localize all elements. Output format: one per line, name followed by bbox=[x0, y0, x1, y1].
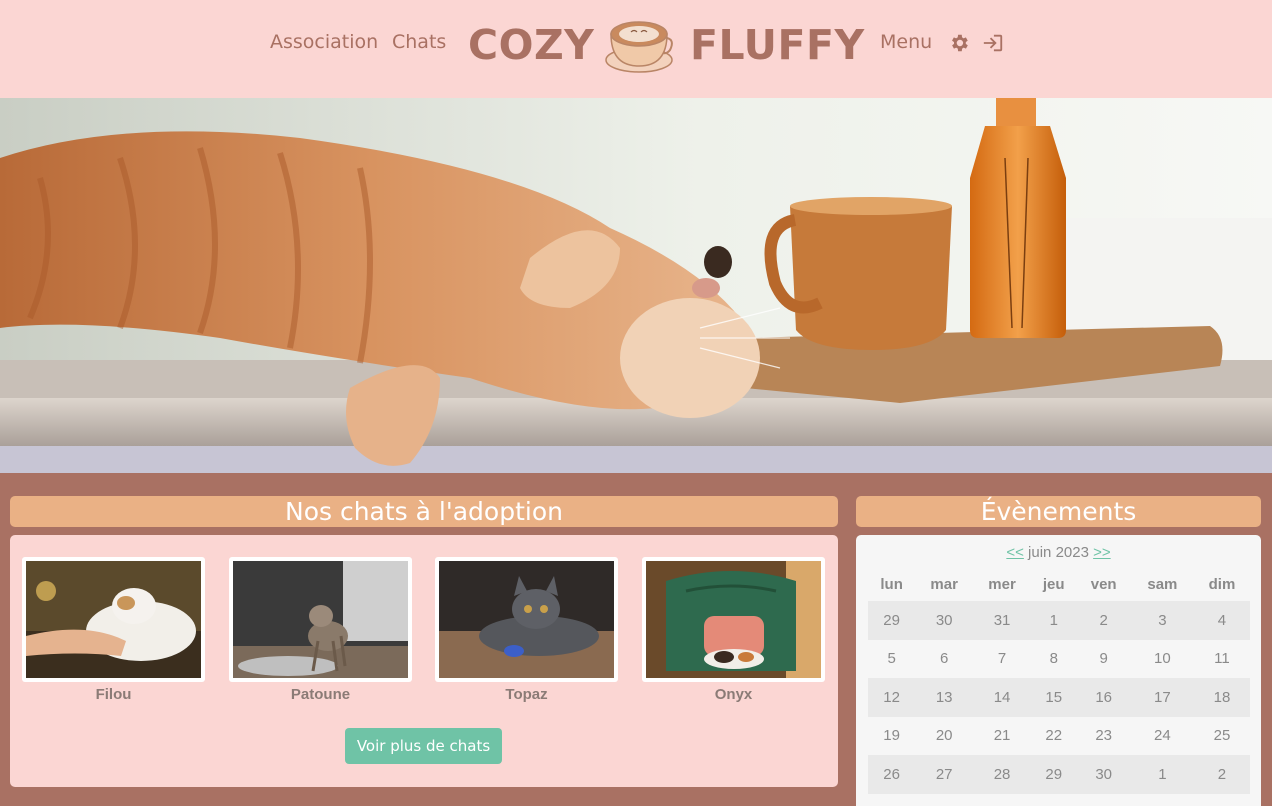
gear-icon[interactable] bbox=[948, 32, 970, 54]
cat-card-onyx[interactable]: Onyx bbox=[642, 557, 825, 703]
calendar-month-label: juin 2023 bbox=[1028, 544, 1089, 561]
calendar-day[interactable]: 5 bbox=[868, 640, 915, 679]
calendar-weekday-row: lun mar mer jeu ven sam dim bbox=[868, 567, 1250, 601]
cat-card-filou[interactable]: Filou bbox=[22, 557, 205, 703]
calendar-day[interactable]: 9 bbox=[1077, 640, 1131, 679]
cat-photo-onyx[interactable] bbox=[642, 557, 825, 682]
hero-banner-image bbox=[0, 98, 1272, 473]
adoption-section-title: Nos chats à l'adoption bbox=[10, 496, 838, 527]
calendar-day[interactable]: 1 bbox=[1030, 601, 1077, 640]
calendar-day[interactable]: 7 bbox=[973, 640, 1031, 679]
calendar-day[interactable]: 30 bbox=[1076, 755, 1131, 794]
site-header: Association Chats COZY FLUFFY Menu bbox=[0, 0, 1272, 98]
see-more-cats-button[interactable]: Voir plus de chats bbox=[345, 728, 502, 764]
calendar-day[interactable]: 1 bbox=[1130, 755, 1194, 794]
cat-photo-topaz[interactable] bbox=[435, 557, 618, 682]
calendar-week-row: 29 30 31 1 2 3 4 bbox=[868, 601, 1250, 640]
calendar-day[interactable]: 28 bbox=[973, 755, 1031, 794]
weekday-label: dim bbox=[1208, 575, 1236, 593]
calendar-week-row: 5 6 7 8 9 10 11 bbox=[868, 640, 1250, 679]
events-section-title: Évènements bbox=[856, 496, 1261, 527]
calendar-day[interactable]: 11 bbox=[1194, 640, 1250, 679]
calendar-day[interactable]: 15 bbox=[1030, 678, 1077, 717]
nav-chats-link[interactable]: Chats bbox=[392, 31, 446, 53]
weekday-label: jeu bbox=[1042, 575, 1065, 593]
cat-name-topaz[interactable]: Topaz bbox=[435, 686, 618, 703]
calendar-day[interactable]: 14 bbox=[973, 678, 1031, 717]
calendar-day[interactable]: 24 bbox=[1131, 717, 1194, 756]
calendar-day[interactable]: 29 bbox=[1030, 755, 1077, 794]
calendar-header: << juin 2023 >> bbox=[856, 544, 1261, 561]
calendar-day[interactable]: 10 bbox=[1131, 640, 1194, 679]
calendar-prev-month[interactable]: << bbox=[1006, 544, 1024, 561]
adoption-panel: Filou Patoune Topaz Onyx Voir plus de ch… bbox=[10, 535, 838, 787]
cat-name-patoune[interactable]: Patoune bbox=[229, 686, 412, 703]
calendar-day[interactable]: 3 bbox=[1130, 601, 1194, 640]
calendar-grid: lun mar mer jeu ven sam dim 29 30 31 1 2… bbox=[868, 567, 1250, 794]
calendar-day[interactable]: 23 bbox=[1077, 717, 1131, 756]
calendar-week-row: 26 27 28 29 30 1 2 bbox=[868, 755, 1250, 794]
cat-photo-filou[interactable] bbox=[22, 557, 205, 682]
calendar-day[interactable]: 22 bbox=[1031, 717, 1077, 756]
events-calendar: << juin 2023 >> lun mar mer jeu ven sam … bbox=[856, 535, 1261, 806]
weekday-label: lun bbox=[880, 575, 903, 593]
brand-right: FLUFFY bbox=[690, 21, 865, 69]
calendar-day[interactable]: 19 bbox=[868, 717, 915, 756]
nav-association-link[interactable]: Association bbox=[270, 31, 378, 53]
calendar-day[interactable]: 17 bbox=[1130, 678, 1194, 717]
calendar-next-month[interactable]: >> bbox=[1093, 544, 1111, 561]
calendar-week-row: 12 13 14 15 16 17 18 bbox=[868, 678, 1250, 717]
calendar-day[interactable]: 30 bbox=[915, 601, 974, 640]
coffee-cup-logo-icon[interactable] bbox=[604, 16, 674, 76]
weekday-label: mer bbox=[988, 575, 1016, 593]
cat-photo-patoune[interactable] bbox=[229, 557, 412, 682]
cat-card-topaz[interactable]: Topaz bbox=[435, 557, 618, 703]
calendar-day[interactable]: 31 bbox=[973, 601, 1031, 640]
calendar-day[interactable]: 8 bbox=[1031, 640, 1077, 679]
cat-name-onyx[interactable]: Onyx bbox=[642, 686, 825, 703]
calendar-day[interactable]: 4 bbox=[1193, 601, 1250, 640]
weekday-label: mar bbox=[930, 575, 958, 593]
calendar-day[interactable]: 13 bbox=[915, 678, 974, 717]
calendar-day[interactable]: 25 bbox=[1194, 717, 1250, 756]
weekday-label: ven bbox=[1090, 575, 1117, 593]
sign-in-icon[interactable] bbox=[982, 32, 1004, 54]
calendar-day[interactable]: 12 bbox=[868, 678, 916, 717]
weekday-label: sam bbox=[1147, 575, 1178, 593]
calendar-week-row: 19 20 21 22 23 24 25 bbox=[868, 717, 1250, 756]
calendar-day[interactable]: 21 bbox=[973, 717, 1031, 756]
calendar-day[interactable]: 2 bbox=[1193, 755, 1250, 794]
cat-card-patoune[interactable]: Patoune bbox=[229, 557, 412, 703]
calendar-day[interactable]: 29 bbox=[868, 601, 916, 640]
nav-menu-link[interactable]: Menu bbox=[880, 31, 932, 53]
calendar-day[interactable]: 27 bbox=[915, 755, 974, 794]
calendar-day[interactable]: 2 bbox=[1076, 601, 1131, 640]
calendar-day[interactable]: 18 bbox=[1193, 678, 1250, 717]
calendar-day[interactable]: 6 bbox=[915, 640, 973, 679]
calendar-day[interactable]: 26 bbox=[868, 755, 916, 794]
calendar-day[interactable]: 16 bbox=[1076, 678, 1131, 717]
calendar-day[interactable]: 20 bbox=[915, 717, 973, 756]
cat-name-filou[interactable]: Filou bbox=[22, 686, 205, 703]
brand-left: COZY bbox=[468, 21, 595, 69]
